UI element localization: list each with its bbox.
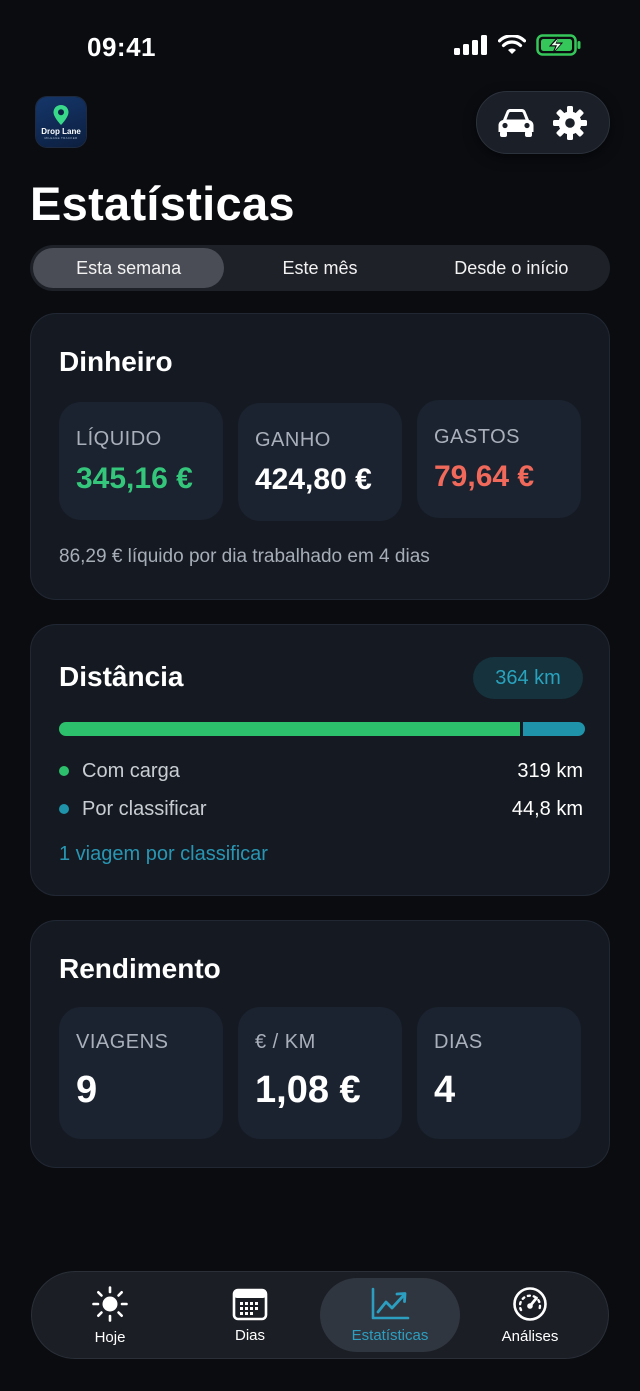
trips-value: 9	[76, 1069, 98, 1111]
status-icons	[454, 34, 582, 56]
legend-unclassified-value: 44,8 km	[511, 797, 583, 820]
net-per-day-note: 86,29 € líquido por dia trabalhado em 4 …	[59, 546, 430, 567]
battery-charging-icon	[536, 34, 581, 56]
status-time: 09:41	[87, 32, 156, 62]
tab-today-label: Hoje	[94, 1328, 126, 1346]
calendar-icon	[232, 1288, 268, 1320]
total-distance-badge: 364 km	[473, 657, 583, 699]
trips-label: VIAGENS	[76, 1031, 169, 1053]
legend-loaded-value: 319 km	[517, 759, 583, 782]
speedometer-icon	[513, 1286, 547, 1321]
page-title: Estatísticas	[30, 177, 295, 230]
days-tile: DIAS 4	[417, 1007, 581, 1139]
expenses-label: GASTOS	[434, 426, 520, 448]
period-all-time[interactable]: Desde o início	[416, 248, 607, 288]
tab-statistics[interactable]: Estatísticas	[320, 1278, 460, 1352]
per-km-tile: € / KM 1,08 €	[238, 1007, 402, 1139]
vehicle-button[interactable]	[494, 101, 538, 145]
car-icon	[498, 108, 534, 137]
performance-card-title: Rendimento	[59, 953, 221, 984]
legend-loaded-label: Com carga	[82, 759, 180, 782]
money-card: Dinheiro LÍQUIDO 345,16 € GANHO 424,80 €…	[30, 313, 610, 600]
chart-line-icon	[371, 1287, 410, 1319]
trips-tile: VIAGENS 9	[59, 1007, 223, 1139]
period-this-month[interactable]: Este mês	[224, 248, 415, 288]
earned-tile: GANHO 424,80 €	[238, 403, 402, 521]
period-this-week[interactable]: Esta semana	[33, 248, 225, 288]
days-value: 4	[434, 1069, 456, 1111]
distance-card: Distância 364 km Com carga 319 km Por cl…	[30, 624, 610, 896]
earned-value: 424,80 €	[255, 463, 372, 496]
legend-unclassified: Por classificar 44,8 km	[59, 796, 583, 822]
days-label: DIAS	[434, 1031, 483, 1053]
map-pin-icon	[53, 105, 69, 125]
signal-icon	[454, 35, 487, 55]
tab-bar: Hoje Dias Estatísticas Análises	[31, 1271, 609, 1359]
top-actions	[476, 91, 610, 154]
legend-loaded: Com carga 319 km	[59, 758, 583, 784]
app-logo: Drop Lane MILEAGE TRACKER	[36, 97, 86, 147]
settings-button[interactable]	[548, 101, 592, 145]
unclassified-trips-link[interactable]: 1 viagem por classificar	[59, 843, 268, 866]
money-card-title: Dinheiro	[59, 346, 173, 377]
sun-icon	[92, 1285, 128, 1322]
gear-icon	[553, 105, 587, 140]
logo-text: Drop Lane	[41, 127, 81, 136]
expenses-value: 79,64 €	[434, 460, 535, 493]
per-km-value: 1,08 €	[255, 1069, 361, 1111]
expenses-tile: GASTOS 79,64 €	[417, 400, 581, 518]
status-bar: 09:41	[0, 0, 640, 90]
distance-bar-unclassified	[523, 722, 585, 736]
performance-card: Rendimento VIAGENS 9 € / KM 1,08 € DIAS …	[30, 920, 610, 1168]
logo-subtitle: MILEAGE TRACKER	[44, 136, 78, 140]
tab-days[interactable]: Dias	[180, 1278, 320, 1352]
tab-analysis[interactable]: Análises	[460, 1278, 600, 1352]
wifi-icon	[498, 35, 526, 54]
net-tile: LÍQUIDO 345,16 €	[59, 402, 223, 520]
distance-bar	[59, 722, 585, 736]
legend-dot-unclassified	[59, 804, 69, 814]
legend-dot-loaded	[59, 766, 69, 776]
per-km-label: € / KM	[255, 1031, 316, 1053]
tab-days-label: Dias	[234, 1326, 265, 1344]
net-label: LÍQUIDO	[76, 428, 162, 450]
tab-statistics-label: Estatísticas	[351, 1326, 429, 1344]
earned-label: GANHO	[255, 429, 331, 451]
period-selector: Esta semana Este mês Desde o início	[30, 245, 610, 291]
legend-unclassified-label: Por classificar	[82, 797, 207, 820]
distance-bar-loaded	[59, 722, 521, 736]
tab-today[interactable]: Hoje	[40, 1278, 180, 1352]
tab-analysis-label: Análises	[501, 1327, 559, 1345]
distance-card-title: Distância	[59, 661, 184, 692]
net-value: 345,16 €	[76, 462, 193, 495]
